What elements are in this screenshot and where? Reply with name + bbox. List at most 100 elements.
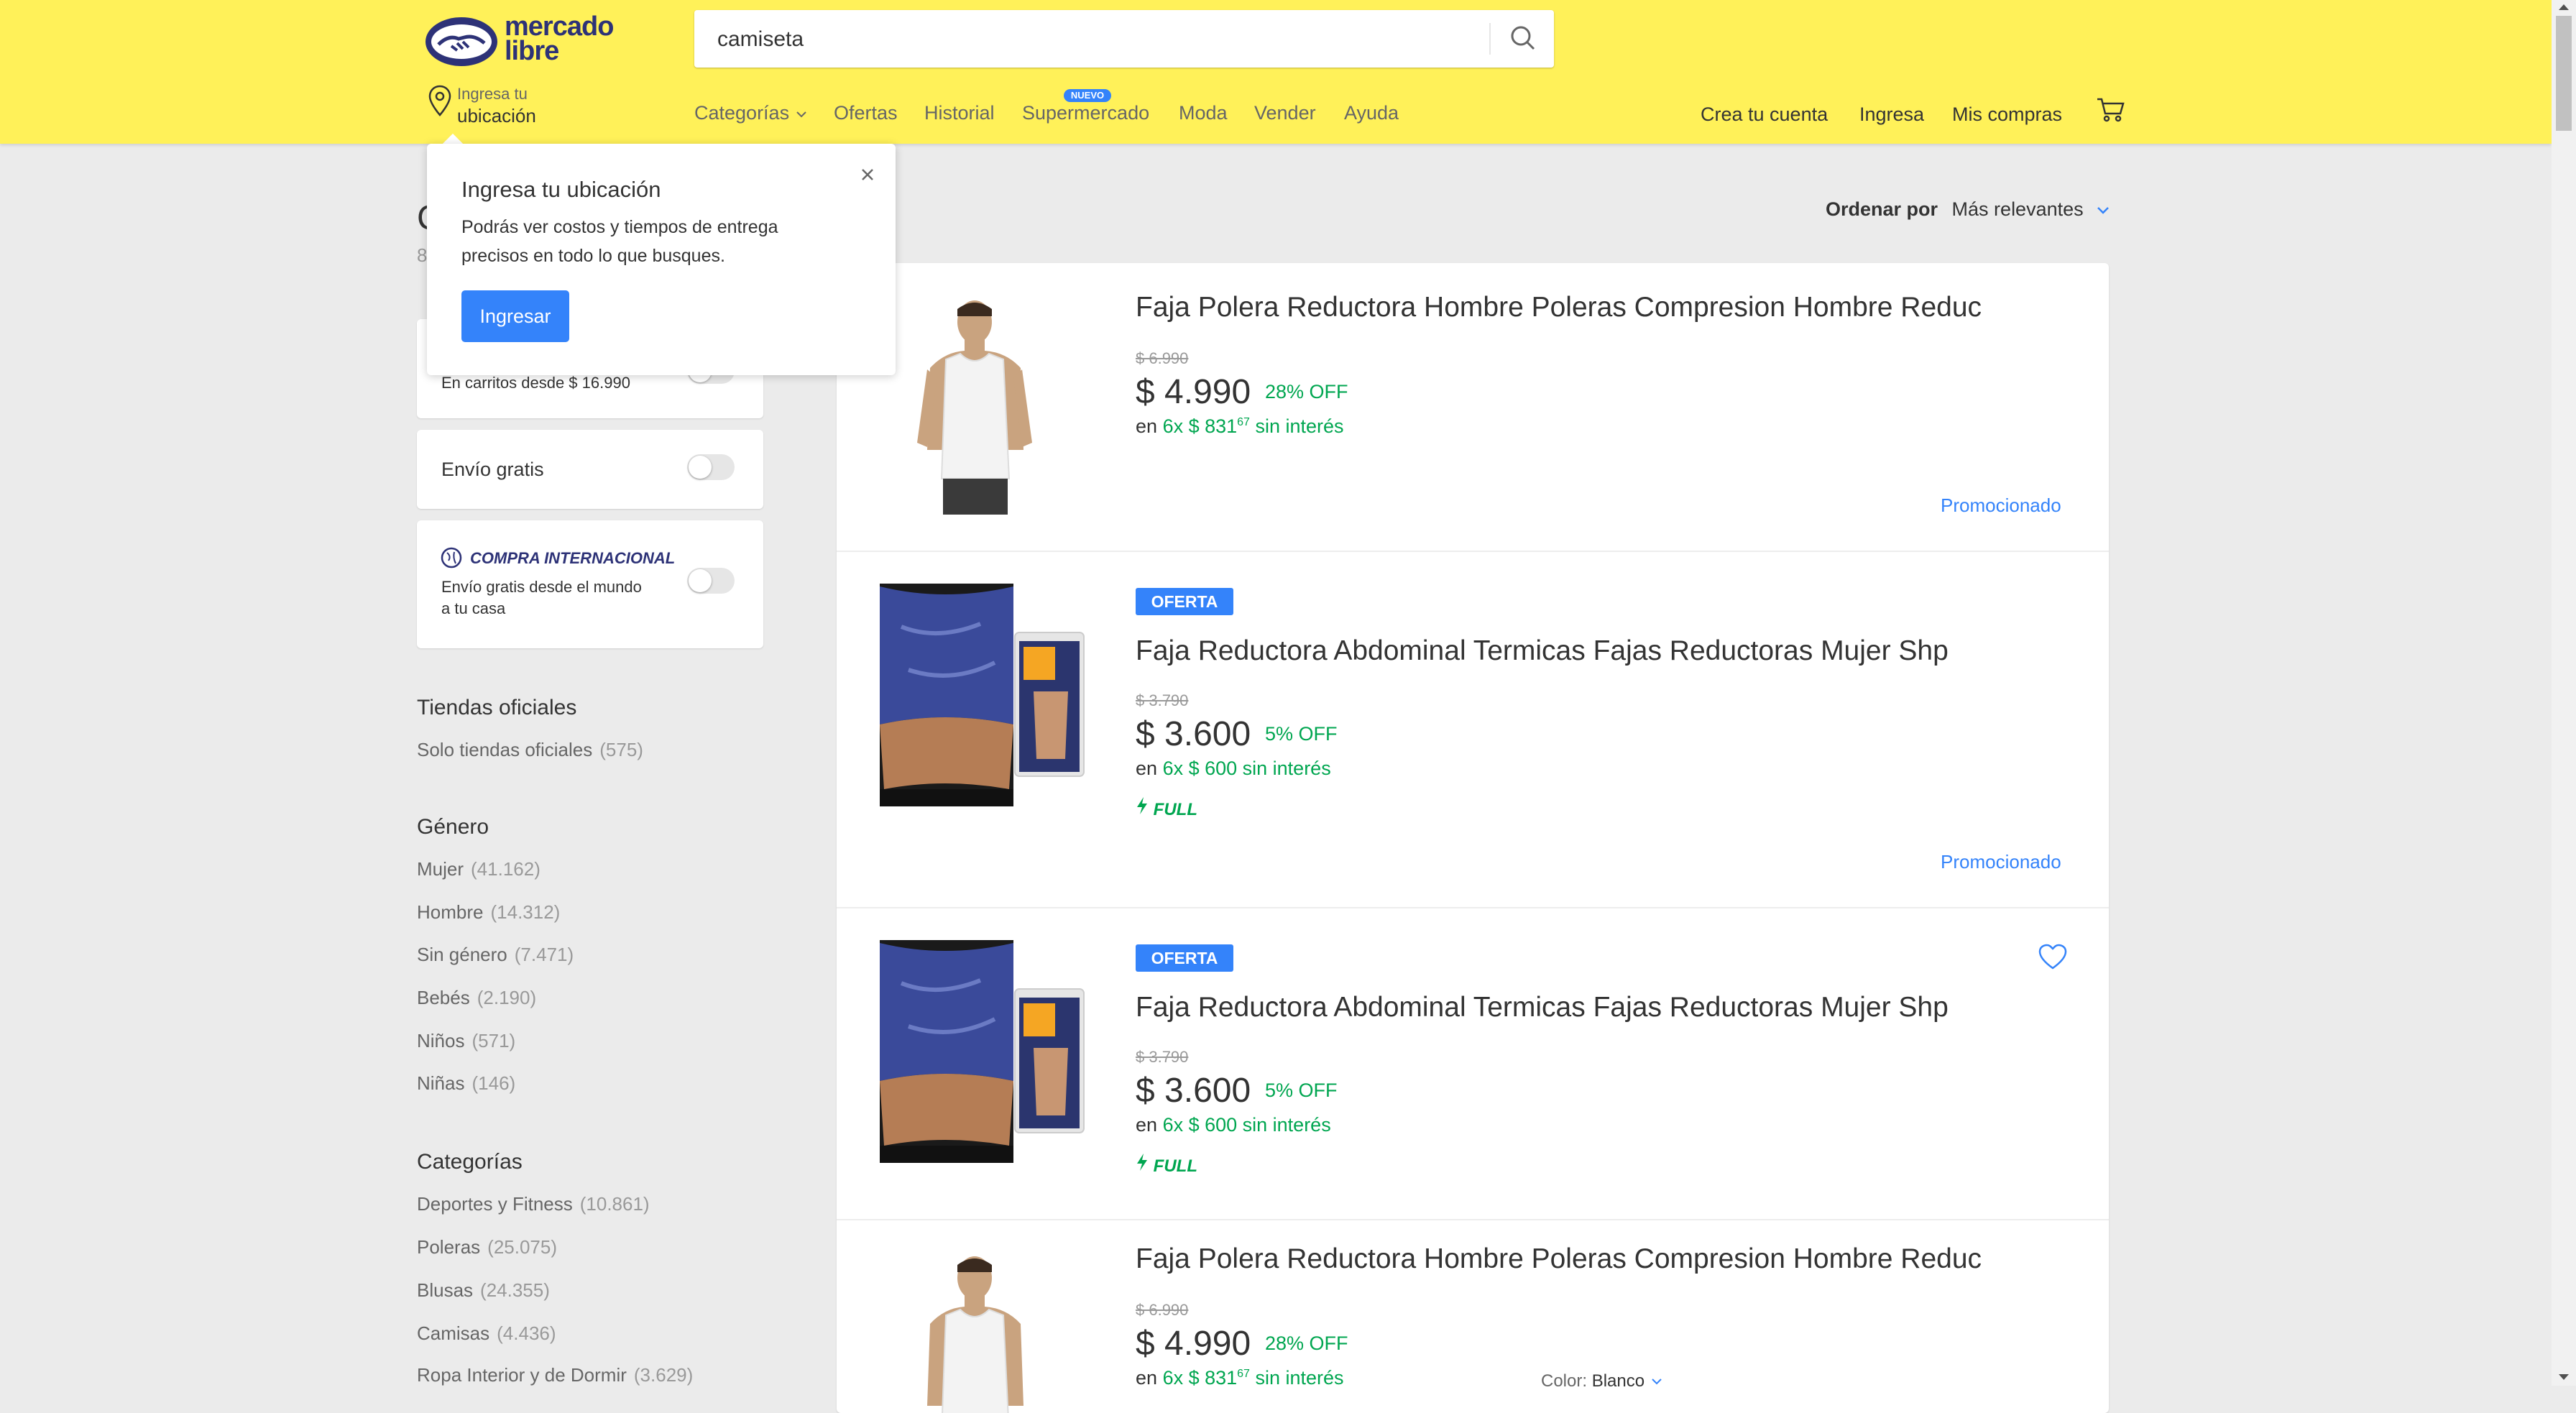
scroll-down-arrow[interactable] <box>2559 1374 2569 1380</box>
item-label: Mujer <box>417 858 464 880</box>
sidebar-item-ninas[interactable]: Niñas (146) <box>417 1072 515 1095</box>
cart-button[interactable] <box>2094 95 2126 124</box>
popover-close-button[interactable] <box>857 164 878 185</box>
installments-amount: 6x $ 600 sin interés <box>1162 758 1331 779</box>
nav-categorias[interactable]: Categorías <box>694 102 808 124</box>
product-title[interactable]: Faja Reductora Abdominal Termicas Fajas … <box>1136 992 1949 1023</box>
close-icon <box>862 169 873 180</box>
compra-internacional-brand: COMPRA INTERNACIONAL <box>470 549 676 567</box>
item-count: (146) <box>472 1072 516 1094</box>
sidebar-item-ropa-interior[interactable]: Ropa Interior y de Dormir (3.629) <box>417 1364 693 1386</box>
product-title[interactable]: Faja Reductora Abdominal Termicas Fajas … <box>1136 635 1949 667</box>
toggle-envio-gratis[interactable] <box>687 454 735 480</box>
location-pin-icon <box>428 85 451 116</box>
color-value: Blanco <box>1591 1371 1645 1391</box>
results-count-partial: 8 <box>417 244 428 266</box>
product-installments: en 6x $ 83167 sin interés <box>1136 1367 1344 1389</box>
nav-moda[interactable]: Moda <box>1179 102 1228 124</box>
item-count: (24.355) <box>480 1279 550 1301</box>
product-old-price: $ 3.790 <box>1136 1048 1189 1066</box>
chevron-down-icon <box>2097 207 2110 214</box>
product-title[interactable]: Faja Polera Reductora Hombre Poleras Com… <box>1136 292 1982 323</box>
product-price: $ 4.990 <box>1136 373 1251 411</box>
filter-envio-gratis: Envío gratis <box>417 430 763 509</box>
login-link[interactable]: Ingresa <box>1859 103 1924 126</box>
product-discount: 28% OFF <box>1265 1333 1348 1354</box>
page-scrollbar[interactable] <box>2552 0 2576 1386</box>
installments-prefix: en <box>1136 1114 1158 1136</box>
nav-vender[interactable]: Vender <box>1254 102 1316 124</box>
sidebar-item-ninos[interactable]: Niños (571) <box>417 1030 515 1052</box>
new-badge: NUEVO <box>1064 89 1111 102</box>
search-input[interactable] <box>716 10 1459 69</box>
sidebar-item-hombre[interactable]: Hombre (14.312) <box>417 901 560 924</box>
mercadolibre-logo[interactable]: mercado libre <box>426 11 621 66</box>
scrollbar-thumb[interactable] <box>2556 16 2572 131</box>
filter-compra-internacional: COMPRA INTERNACIONAL Envío gratis desde … <box>417 520 763 648</box>
installments-prefix: en <box>1136 415 1158 437</box>
item-count: (7.471) <box>514 944 574 965</box>
search-button[interactable] <box>1492 10 1554 68</box>
section-title-genero: Género <box>417 815 489 839</box>
sidebar-item-camisas[interactable]: Camisas (4.436) <box>417 1322 556 1345</box>
result-item[interactable]: Faja Polera Reductora Hombre Poleras Com… <box>837 1219 2109 1413</box>
sort-label: Ordenar por <box>1826 198 1938 220</box>
product-price: $ 3.600 <box>1136 1072 1251 1110</box>
product-shaper-woman-image <box>880 940 1088 1163</box>
sidebar-item-bebes[interactable]: Bebés (2.190) <box>417 987 536 1009</box>
product-shaper-woman-image <box>880 584 1088 806</box>
location-label: ubicación <box>457 105 536 126</box>
item-count: (4.436) <box>497 1322 556 1344</box>
full-shipping-label: FULL <box>1136 1153 1197 1177</box>
create-account-link[interactable]: Crea tu cuenta <box>1701 103 1828 126</box>
sidebar-item-deportes[interactable]: Deportes y Fitness (10.861) <box>417 1193 650 1215</box>
installments-amount: 6x $ 600 sin interés <box>1162 1114 1331 1136</box>
popover-text-2: precisos en todo lo que busques. <box>461 246 725 266</box>
location-label-small: Ingresa tu <box>457 85 528 103</box>
product-shirt-man-image <box>880 299 1088 515</box>
deal-of-day-badge: OFERTA DEL DÍA <box>1136 588 1233 638</box>
nav-ofertas[interactable]: Ofertas <box>834 102 898 124</box>
color-label: Color: <box>1541 1371 1588 1391</box>
location-selector[interactable]: Ingresa tu ubicación <box>426 83 584 129</box>
nav-supermercado[interactable]: Supermercado <box>1022 102 1149 124</box>
toggle-compra-internacional[interactable] <box>687 568 735 594</box>
logo-text-mercado: mercado <box>505 11 614 42</box>
cart-icon <box>2097 98 2125 122</box>
scroll-up-arrow[interactable] <box>2559 4 2569 10</box>
sidebar-item-sin-genero[interactable]: Sin género (7.471) <box>417 944 574 966</box>
product-image[interactable] <box>880 940 1088 1163</box>
nav-categorias-label: Categorías <box>694 102 790 124</box>
my-purchases-link[interactable]: Mis compras <box>1952 103 2062 126</box>
sort-value: Más relevantes <box>1951 198 2084 220</box>
heart-icon <box>2038 944 2067 970</box>
product-discount: 5% OFF <box>1265 1080 1338 1101</box>
location-popover: Ingresa tu ubicación Podrás ver costos y… <box>427 144 896 375</box>
sidebar-item-blusas[interactable]: Blusas (24.355) <box>417 1279 550 1302</box>
result-item[interactable]: Faja Polera Reductora Hombre Poleras Com… <box>837 263 2109 552</box>
product-discount: 5% OFF <box>1265 723 1338 745</box>
nav-historial[interactable]: Historial <box>924 102 995 124</box>
product-old-price: $ 6.990 <box>1136 1301 1189 1319</box>
result-item[interactable]: OFERTA DEL DÍA Faja Reductora Abdominal … <box>837 551 2109 908</box>
product-title[interactable]: Faja Polera Reductora Hombre Poleras Com… <box>1136 1243 1982 1275</box>
product-image[interactable] <box>880 299 1088 515</box>
installments-amount: 6x $ 831 <box>1162 415 1238 437</box>
product-installments: en 6x $ 83167 sin interés <box>1136 415 1344 438</box>
item-label: Deportes y Fitness <box>417 1193 573 1215</box>
header: mercado libre Ingresa tu ubicación Categ… <box>0 0 2552 144</box>
sidebar-item-tiendas-oficiales[interactable]: Solo tiendas oficiales (575) <box>417 739 643 761</box>
nav-ayuda[interactable]: Ayuda <box>1344 102 1399 124</box>
product-image[interactable] <box>880 584 1088 806</box>
color-selector[interactable]: Color: Blanco <box>1541 1371 1664 1391</box>
sidebar-item-poleras[interactable]: Poleras (25.075) <box>417 1236 557 1258</box>
popover-login-button[interactable]: Ingresar <box>461 290 569 342</box>
sort-selector[interactable]: Ordenar por Más relevantes <box>1826 198 2112 221</box>
compra-internacional-line2: a tu casa <box>441 599 506 617</box>
sidebar-item-mujer[interactable]: Mujer (41.162) <box>417 858 540 880</box>
product-image[interactable] <box>880 1255 1088 1413</box>
favorite-button[interactable] <box>2037 943 2069 972</box>
item-count: (3.629) <box>633 1364 694 1386</box>
result-item[interactable]: OFERTA DEL DÍA Faja Reductora Abdominal … <box>837 907 2109 1220</box>
deal-of-day-badge: OFERTA DEL DÍA <box>1136 944 1233 995</box>
